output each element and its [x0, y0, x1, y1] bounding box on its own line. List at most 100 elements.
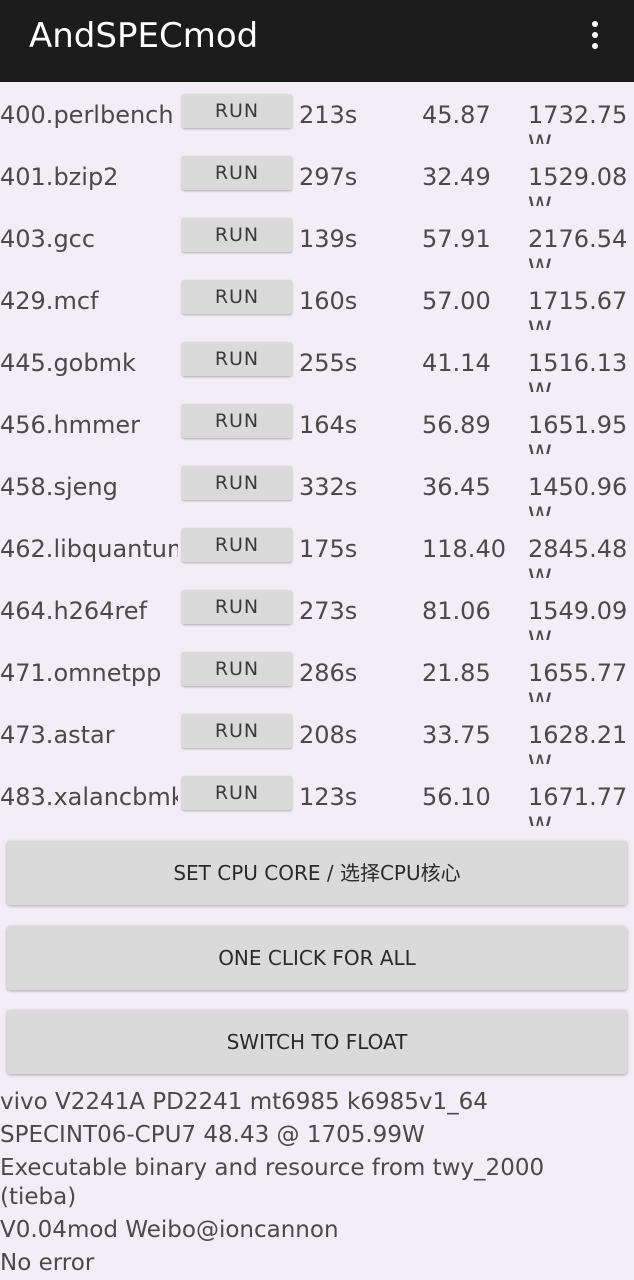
benchmark-list[interactable]: 400.perlbench RUN 213s 45.87 1732.75 W 4…: [0, 82, 634, 832]
menu-dot: [592, 43, 598, 49]
benchmark-name: 456.hmmer: [0, 411, 141, 439]
benchmark-power-unit: W: [528, 440, 552, 454]
benchmark-power-unit: W: [528, 254, 552, 268]
run-button[interactable]: RUN: [182, 156, 292, 190]
benchmark-power-unit: W: [528, 192, 552, 206]
benchmark-power: 1671.77: [528, 783, 628, 811]
switch-to-float-button[interactable]: SWITCH TO FLOAT: [7, 1010, 627, 1074]
benchmark-power: 2176.54: [528, 225, 628, 253]
benchmark-time: 160s: [299, 287, 358, 315]
benchmark-row: 429.mcf RUN 160s 57.00 1715.67 W: [0, 268, 634, 330]
benchmark-row: 401.bzip2 RUN 297s 32.49 1529.08 W: [0, 144, 634, 206]
benchmark-ratio: 118.40: [422, 535, 506, 563]
set-cpu-core-button[interactable]: SET CPU CORE / 选择CPU核心: [7, 841, 627, 905]
benchmark-row: 445.gobmk RUN 255s 41.14 1516.13 W: [0, 330, 634, 392]
benchmark-ratio: 21.85: [422, 659, 491, 687]
benchmark-power-unit: W: [528, 564, 552, 578]
run-button[interactable]: RUN: [182, 652, 292, 686]
benchmark-name: 429.mcf: [0, 287, 99, 315]
benchmark-time: 123s: [299, 783, 358, 811]
benchmark-power-unit: W: [528, 750, 552, 764]
benchmark-power-unit: W: [528, 626, 552, 640]
benchmark-power: 1450.96: [528, 473, 628, 501]
benchmark-power: 1529.08: [528, 163, 628, 191]
benchmark-time: 213s: [299, 101, 358, 129]
benchmark-name: 483.xalancbmk: [0, 783, 178, 811]
benchmark-row: 456.hmmer RUN 164s 56.89 1651.95 W: [0, 392, 634, 454]
benchmark-time: 273s: [299, 597, 358, 625]
benchmark-power-unit: W: [528, 130, 552, 144]
benchmark-power-unit: W: [528, 378, 552, 392]
run-button[interactable]: RUN: [182, 590, 292, 624]
benchmark-row: 464.h264ref RUN 273s 81.06 1549.09 W: [0, 578, 634, 640]
run-button[interactable]: RUN: [182, 342, 292, 376]
benchmark-ratio: 81.06: [422, 597, 491, 625]
benchmark-name: 400.perlbench: [0, 101, 174, 129]
benchmark-row: 483.xalancbmk RUN 123s 56.10 1671.77 W: [0, 764, 634, 826]
benchmark-ratio: 56.10: [422, 783, 491, 811]
benchmark-ratio: 57.91: [422, 225, 491, 253]
benchmark-time: 255s: [299, 349, 358, 377]
benchmark-name: 471.omnetpp: [0, 659, 162, 687]
benchmark-power: 1516.13: [528, 349, 628, 377]
benchmark-ratio: 33.75: [422, 721, 491, 749]
benchmark-name: 464.h264ref: [0, 597, 148, 625]
benchmark-power: 1655.77: [528, 659, 628, 687]
benchmark-power-unit: W: [528, 688, 552, 702]
benchmark-time: 164s: [299, 411, 358, 439]
menu-dot: [592, 32, 598, 38]
benchmark-time: 286s: [299, 659, 358, 687]
app-bar: AndSPECmod: [0, 0, 634, 82]
benchmark-row: 473.astar RUN 208s 33.75 1628.21 W: [0, 702, 634, 764]
score-summary: SPECINT06-CPU7 48.43 @ 1705.99W: [0, 1122, 425, 1148]
benchmark-power-unit: W: [528, 316, 552, 330]
benchmark-name: 445.gobmk: [0, 349, 136, 377]
run-button[interactable]: RUN: [182, 714, 292, 748]
benchmark-power: 1628.21: [528, 721, 628, 749]
source-credit: Executable binary and resource from twy_…: [0, 1155, 545, 1181]
benchmark-power-unit: W: [528, 812, 552, 826]
app-title: AndSPECmod: [29, 16, 259, 56]
run-button[interactable]: RUN: [182, 776, 292, 810]
benchmark-power: 1715.67: [528, 287, 628, 315]
menu-dot: [592, 21, 598, 27]
benchmark-row: 403.gcc RUN 139s 57.91 2176.54 W: [0, 206, 634, 268]
run-button[interactable]: RUN: [182, 528, 292, 562]
benchmark-name: 462.libquantum: [0, 535, 178, 563]
more-vert-icon[interactable]: [578, 14, 612, 56]
benchmark-ratio: 57.00: [422, 287, 491, 315]
benchmark-power: 2845.48: [528, 535, 628, 563]
benchmark-row: 400.perlbench RUN 213s 45.87 1732.75 W: [0, 82, 634, 144]
benchmark-power-unit: W: [528, 502, 552, 516]
run-button[interactable]: RUN: [182, 94, 292, 128]
benchmark-ratio: 36.45: [422, 473, 491, 501]
one-click-for-all-button[interactable]: ONE CLICK FOR ALL: [7, 926, 627, 990]
run-button[interactable]: RUN: [182, 280, 292, 314]
device-info: vivo V2241A PD2241 mt6985 k6985v1_64: [0, 1089, 488, 1115]
benchmark-power: 1651.95: [528, 411, 628, 439]
benchmark-ratio: 32.49: [422, 163, 491, 191]
benchmark-power: 1732.75: [528, 101, 628, 129]
benchmark-ratio: 45.87: [422, 101, 491, 129]
run-button[interactable]: RUN: [182, 466, 292, 500]
benchmark-time: 208s: [299, 721, 358, 749]
benchmark-power: 1549.09: [528, 597, 628, 625]
benchmark-name: 458.sjeng: [0, 473, 118, 501]
version-info: V0.04mod Weibo@ioncannon: [0, 1217, 339, 1243]
benchmark-ratio: 41.14: [422, 349, 491, 377]
status-text: No error: [0, 1250, 95, 1276]
source-credit-continued: (tieba): [0, 1184, 77, 1210]
benchmark-row: 458.sjeng RUN 332s 36.45 1450.96 W: [0, 454, 634, 516]
benchmark-time: 332s: [299, 473, 358, 501]
run-button[interactable]: RUN: [182, 218, 292, 252]
benchmark-name: 473.astar: [0, 721, 115, 749]
benchmark-row: 471.omnetpp RUN 286s 21.85 1655.77 W: [0, 640, 634, 702]
benchmark-time: 139s: [299, 225, 358, 253]
benchmark-name: 401.bzip2: [0, 163, 119, 191]
benchmark-time: 297s: [299, 163, 358, 191]
benchmark-ratio: 56.89: [422, 411, 491, 439]
benchmark-time: 175s: [299, 535, 358, 563]
benchmark-row: 462.libquantum RUN 175s 118.40 2845.48 W: [0, 516, 634, 578]
benchmark-name: 403.gcc: [0, 225, 96, 253]
run-button[interactable]: RUN: [182, 404, 292, 438]
